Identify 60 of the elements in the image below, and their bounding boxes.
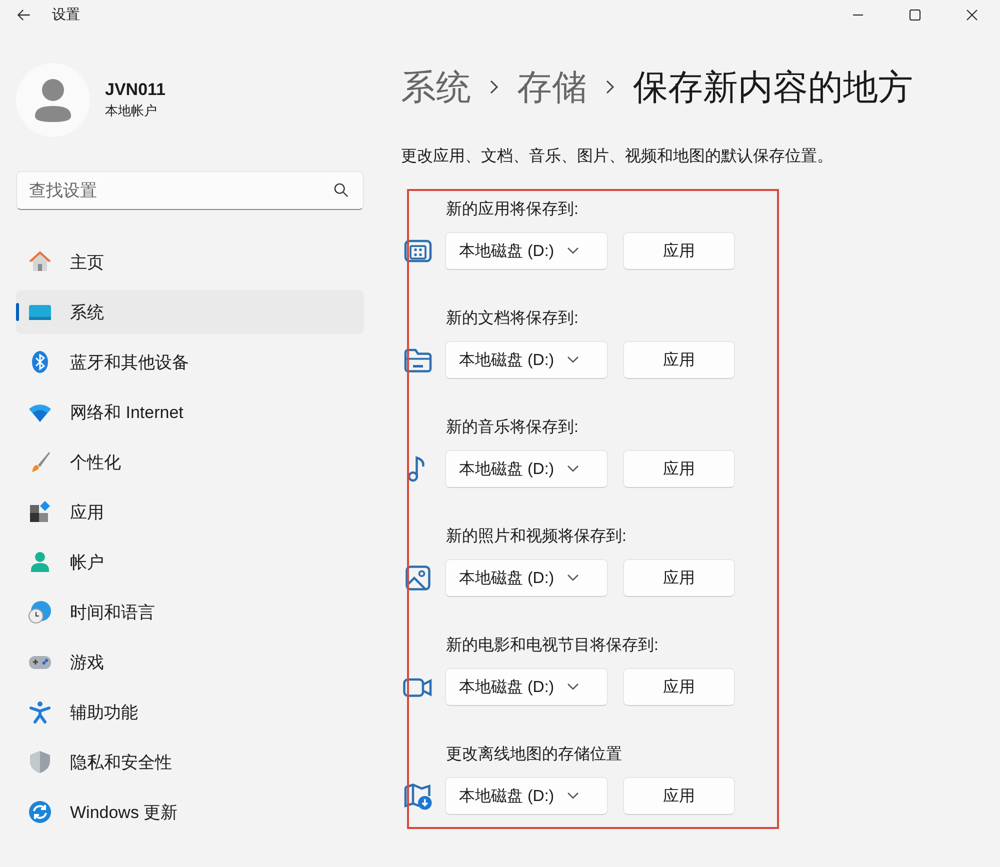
refresh-icon (28, 800, 52, 824)
nav-item[interactable]: 辅助功能 (16, 690, 364, 734)
nav-item[interactable]: 系统 (16, 290, 364, 334)
nav-item[interactable]: 隐私和安全性 (16, 740, 364, 784)
chevron-right-icon (605, 79, 615, 95)
breadcrumb-link[interactable]: 系统 (401, 64, 471, 110)
maximize-icon (908, 9, 920, 21)
chevron-right-icon (489, 79, 499, 95)
drive-dropdown[interactable]: 本地磁盘 (D:) (445, 450, 608, 488)
nav-item[interactable]: Windows 更新 (16, 790, 364, 834)
apply-button[interactable]: 应用 (623, 668, 735, 706)
nav-item[interactable]: 帐户 (16, 540, 364, 584)
home-icon (28, 250, 52, 274)
globe-clock-icon (28, 600, 52, 624)
person-icon (28, 550, 52, 574)
map-download-icon (403, 781, 433, 811)
nav-item[interactable]: 个性化 (16, 440, 364, 484)
chevron-down-icon (567, 683, 579, 691)
apps-icon (28, 500, 52, 524)
setting-label: 新的应用将保存到: (446, 200, 580, 220)
setting-label: 新的音乐将保存到: (446, 418, 580, 438)
apply-button[interactable]: 应用 (623, 341, 735, 379)
search-icon (334, 183, 349, 198)
shield-icon (28, 750, 52, 774)
nav-item[interactable]: 应用 (16, 490, 364, 534)
nav-item[interactable]: 游戏 (16, 640, 364, 684)
account-type: 本地帐户 (105, 102, 158, 120)
selection-indicator (16, 303, 19, 321)
search-field[interactable]: 查找设置 (16, 171, 364, 210)
window-title: 设置 (52, 6, 80, 24)
apply-button[interactable]: 应用 (623, 559, 735, 597)
drive-dropdown[interactable]: 本地磁盘 (D:) (445, 668, 608, 706)
chevron-down-icon (567, 356, 579, 364)
setting-label: 新的文档将保存到: (446, 308, 580, 329)
nav-item[interactable]: 网络和 Internet (16, 390, 364, 434)
account-name: JVN011 (105, 80, 166, 100)
chevron-down-icon (567, 465, 579, 473)
drive-dropdown[interactable]: 本地磁盘 (D:) (445, 341, 608, 379)
page-title: 保存新内容的地方 (633, 66, 913, 108)
drive-dropdown[interactable]: 本地磁盘 (D:) (445, 777, 608, 815)
drive-dropdown[interactable]: 本地磁盘 (D:) (445, 559, 608, 597)
apply-button[interactable]: 应用 (623, 232, 735, 270)
chevron-down-icon (567, 247, 579, 255)
page-description: 更改应用、文档、音乐、图片、视频和地图的默认保存位置。 (401, 146, 834, 167)
chevron-down-icon (567, 574, 579, 582)
picture-icon (403, 563, 433, 593)
chevron-down-icon (567, 792, 579, 800)
close-icon (966, 9, 978, 21)
setting-label: 新的照片和视频将保存到: (446, 526, 628, 547)
nav-item[interactable]: 蓝牙和其他设备 (16, 340, 364, 384)
drive-dropdown[interactable]: 本地磁盘 (D:) (445, 232, 608, 270)
apply-button[interactable]: 应用 (623, 777, 735, 815)
nav-item[interactable]: 主页 (16, 240, 364, 284)
apply-button[interactable]: 应用 (623, 450, 735, 488)
nav-item[interactable]: 时间和语言 (16, 590, 364, 634)
breadcrumb-link[interactable]: 存储 (517, 64, 587, 110)
setting-label: 更改离线地图的存储位置 (446, 744, 623, 765)
setting-label: 新的电影和电视节目将保存到: (446, 636, 660, 656)
accessibility-icon (28, 700, 52, 724)
person-silhouette-icon (35, 78, 71, 122)
